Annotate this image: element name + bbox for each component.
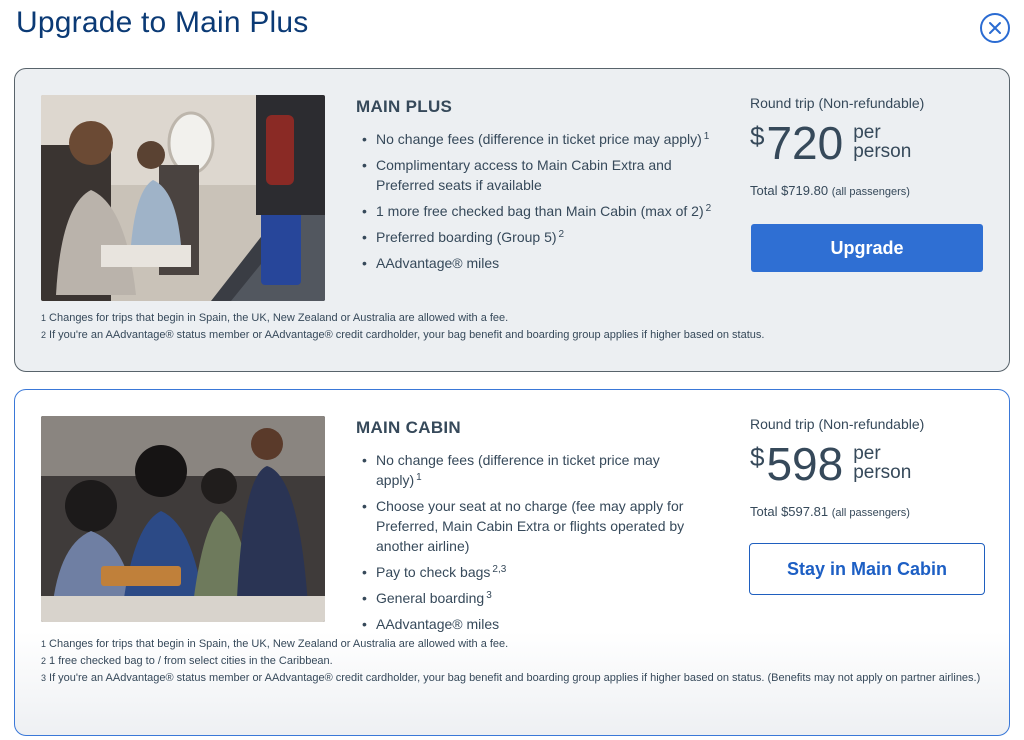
price-amount: 720 (766, 117, 844, 169)
benefit-item: No change fees (difference in ticket pri… (360, 450, 700, 490)
footnotes: 1 Changes for trips that begin in Spain, … (41, 636, 991, 687)
price: $ 598 per person (750, 440, 990, 488)
footnote: 2 If you're an AAdvantage® status member … (41, 329, 765, 341)
price: $ 720 per person (750, 119, 990, 167)
main-cabin-photo (41, 416, 325, 622)
benefit-item: 1 more free checked bag than Main Cabin … (360, 201, 720, 221)
trip-type: Round trip (Non-refundable) (750, 416, 925, 432)
price-block: Round trip (Non-refundable) $ 598 per pe… (750, 416, 990, 519)
benefit-item: Complimentary access to Main Cabin Extra… (360, 155, 720, 195)
total-price: Total $597.81 (all passengers) (750, 504, 910, 519)
fare-name: MAIN CABIN (356, 418, 461, 437)
close-button[interactable] (980, 13, 1010, 43)
main-plus-photo (41, 95, 325, 301)
benefit-item: General boarding3 (360, 588, 700, 608)
fare-name: MAIN PLUS (356, 97, 453, 116)
benefit-item: No change fees (difference in ticket pri… (360, 129, 720, 149)
benefit-item: Preferred boarding (Group 5)2 (360, 227, 720, 247)
price-amount: 598 (766, 438, 844, 490)
benefit-item: Choose your seat at no charge (fee may a… (360, 496, 700, 556)
footnotes: 1 Changes for trips that begin in Spain, … (41, 310, 991, 344)
benefits-list: No change fees (difference in ticket pri… (360, 129, 720, 279)
main-cabin-card: MAIN CABIN No change fees (difference in… (14, 389, 1010, 736)
stay-in-main-cabin-button[interactable]: Stay in Main Cabin (749, 543, 985, 595)
benefits-list: No change fees (difference in ticket pri… (360, 450, 700, 640)
per-person-label: per person (853, 443, 912, 483)
benefit-item: AAdvantage® miles (360, 253, 720, 273)
currency-symbol: $ (750, 442, 765, 472)
total-price: Total $719.80 (all passengers) (750, 183, 910, 198)
modal-title: Upgrade to Main Plus (16, 6, 309, 39)
trip-type: Round trip (Non-refundable) (750, 95, 925, 111)
footnote: 3 If you're an AAdvantage® status member … (41, 672, 981, 684)
price-block: Round trip (Non-refundable) $ 720 per pe… (750, 95, 990, 198)
upgrade-button[interactable]: Upgrade (751, 224, 983, 272)
benefit-item: AAdvantage® miles (360, 614, 700, 634)
per-person-label: per person (853, 122, 912, 162)
footnote: 21 free checked bag to / from select cit… (41, 655, 333, 667)
close-circle-icon (989, 22, 1001, 34)
main-plus-card: MAIN PLUS No change fees (difference in … (14, 68, 1010, 372)
footnote: 1 Changes for trips that begin in Spain, … (41, 312, 509, 324)
benefit-item: Pay to check bags2,3 (360, 562, 700, 582)
currency-symbol: $ (750, 121, 765, 151)
footnote: 1 Changes for trips that begin in Spain, … (41, 638, 509, 650)
